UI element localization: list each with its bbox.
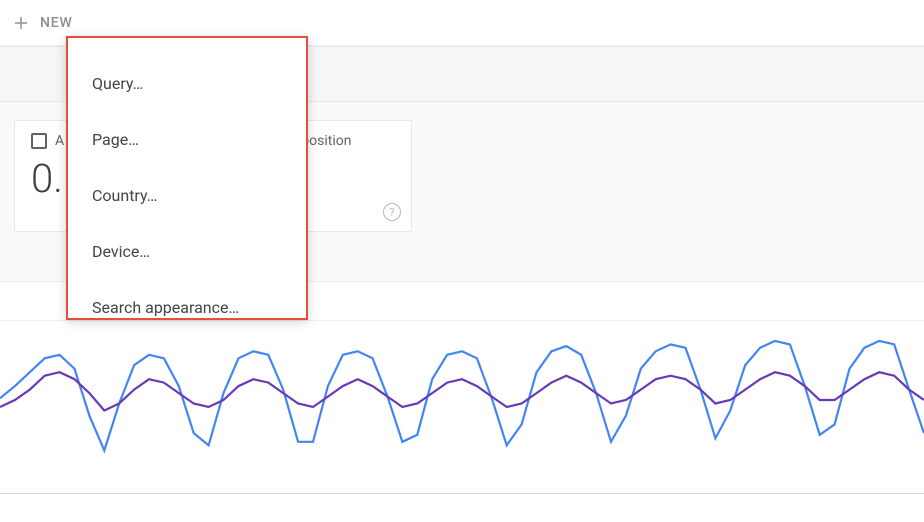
checkbox-icon[interactable] xyxy=(31,133,47,149)
dropdown-item-query[interactable]: Query… xyxy=(68,60,306,108)
dropdown-item-search-appearance[interactable]: Search appearance… xyxy=(68,284,306,332)
filter-dropdown: Query… Page… Country… Device… Search app… xyxy=(66,36,308,320)
dropdown-item-country[interactable]: Country… xyxy=(68,172,306,220)
new-button[interactable]: NEW xyxy=(12,14,73,32)
dropdown-item-page[interactable]: Page… xyxy=(68,116,306,164)
new-label: NEW xyxy=(40,15,73,31)
chart-series-purple xyxy=(0,372,924,410)
help-icon[interactable]: ? xyxy=(383,203,401,221)
plus-icon xyxy=(12,14,30,32)
help-glyph: ? xyxy=(389,206,394,219)
chart-series-blue xyxy=(0,341,924,451)
dropdown-item-device[interactable]: Device… xyxy=(68,228,306,276)
metric-label-text: A xyxy=(55,133,64,149)
